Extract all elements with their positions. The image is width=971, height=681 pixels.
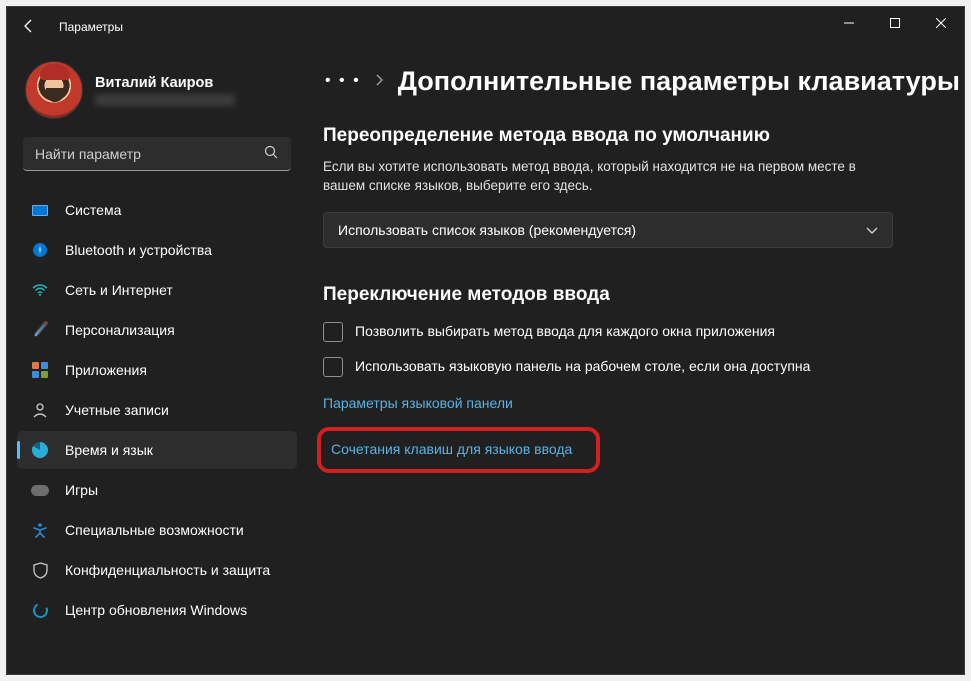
sidebar-item-label: Время и язык — [65, 442, 153, 458]
personalization-icon — [31, 321, 49, 339]
search-icon — [264, 145, 279, 163]
close-button[interactable] — [918, 7, 964, 39]
chevron-down-icon — [866, 222, 878, 238]
sidebar-item-label: Игры — [65, 482, 98, 498]
section-override-title: Переопределение метода ввода по умолчани… — [323, 123, 843, 149]
checkbox-language-bar-desktop[interactable]: Использовать языковую панель на рабочем … — [323, 356, 903, 377]
system-icon — [31, 201, 49, 219]
breadcrumb: • • • Дополнительные параметры клавиатур… — [317, 59, 964, 103]
section-override-desc: Если вы хотите использовать метод ввода,… — [323, 157, 863, 196]
sidebar-item-bluetooth[interactable]: ᚼ Bluetooth и устройства — [17, 231, 297, 269]
hotkeys-highlight: Сочетания клавиш для языков ввода — [317, 427, 600, 473]
search-input[interactable]: Найти параметр — [23, 137, 291, 171]
network-icon — [31, 281, 49, 299]
search-placeholder: Найти параметр — [35, 146, 264, 162]
profile-block[interactable]: Виталий Каиров — [17, 55, 297, 133]
sidebar-item-label: Bluetooth и устройства — [65, 242, 212, 258]
sidebar-item-label: Учетные записи — [65, 402, 169, 418]
dropdown-value: Использовать список языков (рекомендуетс… — [338, 222, 866, 238]
nav-list: Система ᚼ Bluetooth и устройства Сеть и … — [17, 191, 297, 629]
gaming-icon — [31, 481, 49, 499]
back-button[interactable] — [21, 18, 39, 37]
chevron-right-icon — [375, 73, 384, 89]
sidebar-item-privacy[interactable]: Конфиденциальность и защита — [17, 551, 297, 589]
checkbox-per-app-input[interactable]: Позволить выбирать метод ввода для каждо… — [323, 321, 903, 342]
sidebar: Виталий Каиров Найти параметр Система ᚼ … — [7, 47, 307, 674]
sidebar-item-label: Конфиденциальность и защита — [65, 562, 270, 578]
sidebar-item-accessibility[interactable]: Специальные возможности — [17, 511, 297, 549]
titlebar: Параметры — [7, 7, 964, 47]
sidebar-item-label: Сеть и Интернет — [65, 282, 173, 298]
sidebar-item-apps[interactable]: Приложения — [17, 351, 297, 389]
accounts-icon — [31, 401, 49, 419]
page-title: Дополнительные параметры клавиатуры — [398, 66, 960, 97]
input-language-hotkeys-link[interactable]: Сочетания клавиш для языков ввода — [331, 441, 572, 457]
checkbox-icon — [323, 357, 343, 377]
sidebar-item-gaming[interactable]: Игры — [17, 471, 297, 509]
language-bar-options-link[interactable]: Параметры языковой панели — [323, 395, 513, 411]
settings-window: Параметры Виталий Каиров Найти параметр — [6, 6, 965, 675]
bluetooth-icon: ᚼ — [31, 241, 49, 259]
checkbox-label: Использовать языковую панель на рабочем … — [355, 356, 810, 376]
sidebar-item-label: Приложения — [65, 362, 147, 378]
maximize-button[interactable] — [872, 7, 918, 39]
section-switch-title: Переключение методов ввода — [323, 282, 843, 308]
main-content: • • • Дополнительные параметры клавиатур… — [307, 47, 964, 674]
sidebar-item-accounts[interactable]: Учетные записи — [17, 391, 297, 429]
checkbox-icon — [323, 322, 343, 342]
sidebar-item-personalization[interactable]: Персонализация — [17, 311, 297, 349]
sidebar-item-label: Центр обновления Windows — [65, 602, 247, 618]
accessibility-icon — [31, 521, 49, 539]
avatar — [25, 61, 83, 119]
privacy-icon — [31, 561, 49, 579]
apps-icon — [31, 361, 49, 379]
sidebar-item-time-language[interactable]: Время и язык — [17, 431, 297, 469]
time-language-icon — [31, 441, 49, 459]
default-input-method-dropdown[interactable]: Использовать список языков (рекомендуетс… — [323, 212, 893, 248]
minimize-button[interactable] — [826, 7, 872, 39]
sidebar-item-network[interactable]: Сеть и Интернет — [17, 271, 297, 309]
sidebar-item-windows-update[interactable]: Центр обновления Windows — [17, 591, 297, 629]
windows-update-icon — [31, 601, 49, 619]
profile-email — [95, 94, 235, 106]
sidebar-item-system[interactable]: Система — [17, 191, 297, 229]
breadcrumb-more-button[interactable]: • • • — [325, 72, 361, 90]
sidebar-item-label: Персонализация — [65, 322, 175, 338]
profile-name: Виталий Каиров — [95, 75, 235, 91]
window-title: Параметры — [59, 20, 123, 34]
checkbox-label: Позволить выбирать метод ввода для каждо… — [355, 321, 775, 341]
sidebar-item-label: Система — [65, 202, 121, 218]
sidebar-item-label: Специальные возможности — [65, 522, 244, 538]
